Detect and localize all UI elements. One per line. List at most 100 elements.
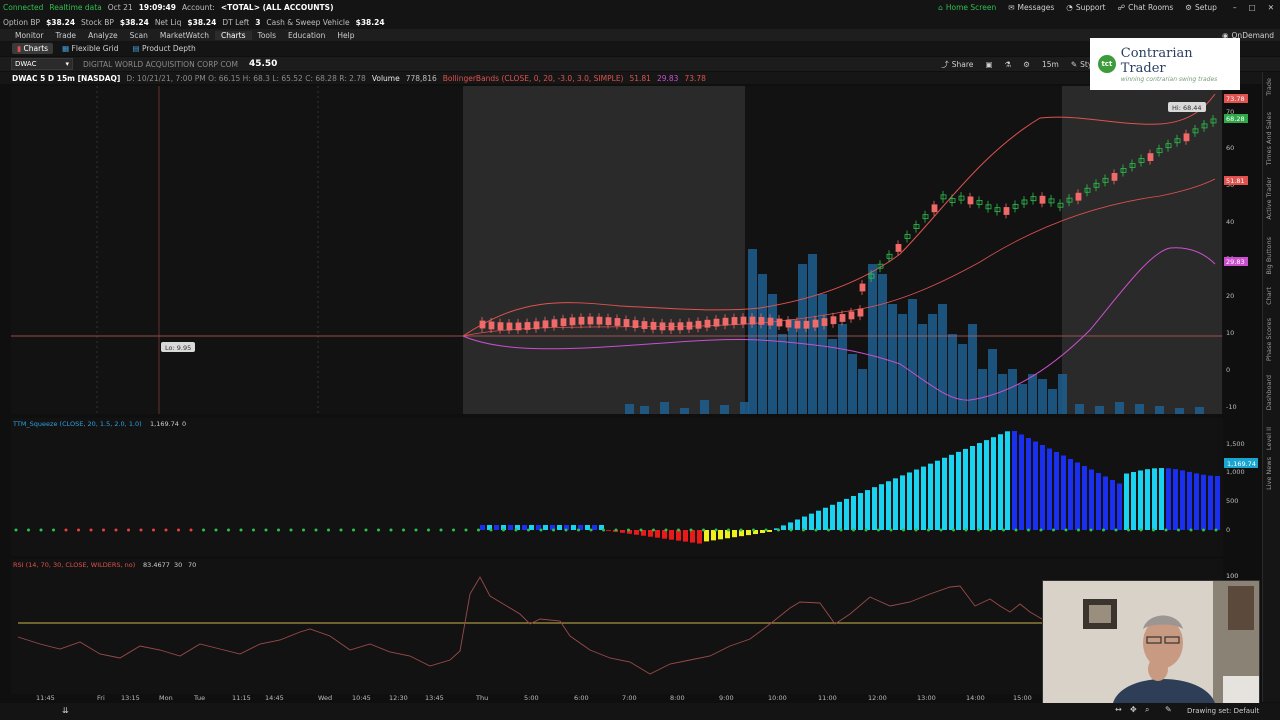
- squeeze-bar: [1159, 468, 1164, 530]
- pan-icon[interactable]: ↔: [1115, 705, 1122, 714]
- squeeze-dot: [1202, 528, 1205, 532]
- menu-analyze[interactable]: Analyze: [82, 31, 124, 40]
- squeeze-dot: [277, 528, 280, 532]
- drawing-tools-icon[interactable]: ✎: [1165, 705, 1172, 714]
- messages-button[interactable]: ✉ Messages: [1008, 3, 1054, 12]
- squeeze-bar: [1047, 448, 1052, 530]
- squeeze-axis-label: 1,000: [1226, 468, 1245, 476]
- menu-trade[interactable]: Trade: [50, 31, 83, 40]
- candle-body: [695, 320, 702, 329]
- time-axis-label: 11:00: [818, 694, 837, 702]
- squeeze-bar: [1187, 471, 1192, 530]
- squeeze-bar: [508, 525, 513, 530]
- squeeze-bar: [669, 530, 674, 540]
- close-button[interactable]: ✕: [1268, 3, 1274, 12]
- webcam-image: [1043, 581, 1259, 703]
- expand-icon[interactable]: ⇊: [62, 706, 69, 715]
- rail-trade[interactable]: Trade: [1265, 78, 1273, 96]
- volume-bar: [1135, 404, 1144, 414]
- rail-chart[interactable]: Chart: [1265, 287, 1273, 305]
- rail-active-trader[interactable]: Active Trader: [1265, 177, 1273, 220]
- rail-level-ii[interactable]: Level II: [1265, 427, 1273, 450]
- volume-bar: [700, 400, 709, 414]
- share-icon: ⤴: [941, 59, 949, 69]
- realtime-status: Realtime data: [49, 3, 102, 12]
- status-bar: Connected Realtime data Oct 21 19:09:49 …: [0, 0, 1280, 15]
- squeeze-dot: [702, 528, 705, 532]
- squeeze-dot: [227, 528, 230, 532]
- zoom-icon[interactable]: ⌕: [1145, 705, 1149, 715]
- layout-button[interactable]: ▣: [985, 60, 992, 69]
- price-pane[interactable]: 706050403020100-10 73.7868.2851.8129.83 …: [11, 86, 1248, 414]
- menu-marketwatch[interactable]: MarketWatch: [154, 31, 215, 40]
- maximize-button[interactable]: □: [1249, 3, 1256, 12]
- logo-tagline: winning contrarian swing trades: [1120, 75, 1218, 83]
- tab-flexible-grid[interactable]: ▦ Flexible Grid: [57, 43, 123, 54]
- rail-times-and-sales[interactable]: Times And Sales: [1265, 112, 1273, 165]
- squeeze-bar: [816, 510, 821, 530]
- squeeze-bar: [1089, 469, 1094, 530]
- studies-button[interactable]: ⚗: [1005, 60, 1012, 69]
- menu-monitor[interactable]: Monitor: [9, 31, 50, 40]
- squeeze-bar: [865, 490, 870, 530]
- squeeze-bar: [1180, 470, 1185, 530]
- menu-education[interactable]: Education: [282, 31, 331, 40]
- squeeze-bar: [991, 437, 996, 530]
- squeeze-dot: [652, 528, 655, 532]
- candle-body: [857, 308, 864, 317]
- squeeze-bar: [690, 530, 695, 543]
- squeeze-bar: [1138, 470, 1143, 530]
- tab-charts[interactable]: ▮ Charts: [12, 43, 54, 54]
- squeeze-bar: [1194, 473, 1199, 530]
- rail-dashboard[interactable]: Dashboard: [1265, 375, 1273, 410]
- squeeze-dot: [177, 528, 180, 532]
- rail-big-buttons[interactable]: Big Buttons: [1265, 237, 1273, 275]
- candle-body: [524, 322, 531, 330]
- squeeze-bar: [984, 440, 989, 530]
- home-screen-button[interactable]: ⌂ Home Screen: [938, 3, 996, 12]
- menu-tools[interactable]: Tools: [252, 31, 282, 40]
- menu-help[interactable]: Help: [331, 31, 360, 40]
- squeeze-dot: [889, 528, 893, 532]
- volume-bar: [1115, 402, 1124, 414]
- squeeze-pane[interactable]: TTM_Squeeze (CLOSE, 20, 1.5, 2.0, 1.0) 1…: [11, 418, 1258, 556]
- candle-body: [533, 321, 540, 330]
- candle-body: [794, 320, 801, 329]
- last-price: 45.50: [248, 59, 278, 69]
- symbol-input[interactable]: DWAC ▾: [11, 58, 73, 70]
- rail-live-news[interactable]: Live News: [1265, 457, 1273, 490]
- drawing-set-label[interactable]: Drawing set: Default: [1187, 707, 1259, 715]
- candle-body: [1075, 192, 1082, 201]
- menu-scan[interactable]: Scan: [124, 31, 154, 40]
- candle-body: [1183, 133, 1190, 142]
- candle-body: [776, 318, 783, 327]
- account-selector[interactable]: <TOTAL> (ALL ACCOUNTS): [221, 3, 334, 12]
- support-button[interactable]: ◔ Support: [1066, 3, 1105, 12]
- chat-rooms-button[interactable]: ☍ Chat Rooms: [1117, 3, 1173, 12]
- bb-label: BollingerBands (CLOSE, 0, 20, -3.0, 3.0,…: [442, 73, 624, 83]
- contrarian-trader-logo: tct Contrarian Trader winning contrarian…: [1090, 38, 1240, 90]
- volume-bar: [680, 408, 689, 414]
- squeeze-bar: [571, 525, 576, 530]
- menu-charts[interactable]: Charts: [215, 30, 252, 40]
- candle-body: [704, 319, 711, 328]
- tab-product-depth[interactable]: ▤ Product Depth: [128, 43, 201, 54]
- rail-phase-scores[interactable]: Phase Scores: [1265, 318, 1273, 361]
- setup-button[interactable]: ⚙ Setup: [1185, 3, 1217, 12]
- squeeze-bar: [1103, 476, 1108, 530]
- minimize-button[interactable]: –: [1233, 3, 1237, 12]
- squeeze-bar: [543, 525, 548, 530]
- chart-settings-button[interactable]: ⚙: [1023, 60, 1030, 69]
- interval-selector[interactable]: 15m: [1042, 60, 1059, 69]
- gear-icon: ⚙: [1185, 3, 1193, 12]
- squeeze-bar: [949, 454, 954, 530]
- candle-body: [668, 322, 675, 331]
- volume-bar: [1095, 406, 1104, 414]
- crosshair-icon[interactable]: ✥: [1130, 705, 1137, 714]
- share-button[interactable]: ⤴ Share: [941, 59, 973, 70]
- maximize-icon: □: [1248, 3, 1256, 12]
- squeeze-dot: [514, 528, 518, 532]
- squeeze-dot: [927, 528, 930, 532]
- candle-body: [578, 316, 585, 325]
- squeeze-dot: [602, 528, 605, 532]
